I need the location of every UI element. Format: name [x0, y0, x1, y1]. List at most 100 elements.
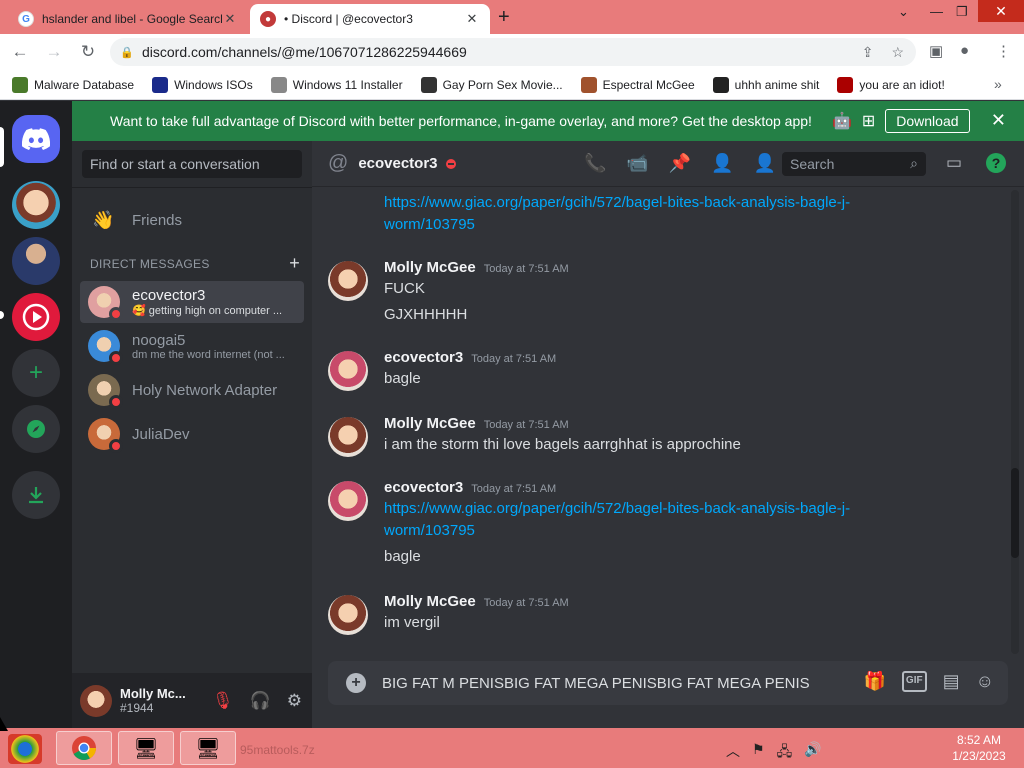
bookmark-item[interactable]: Windows 11 Installer — [270, 76, 403, 93]
taskbar-network-app-2[interactable]: 🖥 — [180, 731, 236, 765]
message-author[interactable]: ecovector3 — [384, 479, 463, 496]
message-avatar[interactable] — [328, 595, 368, 635]
upload-plus-icon[interactable]: + — [346, 673, 366, 693]
dm-sidebar: Find or start a conversation 👋 Friends D… — [72, 141, 312, 728]
server-avatar-molly[interactable] — [12, 181, 60, 229]
bookmarks-overflow-icon[interactable]: » — [994, 76, 1002, 92]
action-center-flag-icon[interactable]: ⚑ — [752, 741, 765, 765]
dnd-status-icon — [109, 307, 123, 321]
bookmark-item[interactable]: Windows ISOs — [152, 76, 253, 93]
help-icon[interactable]: ? — [986, 153, 1006, 173]
message-link[interactable]: worm/103795 — [384, 214, 984, 236]
message-author[interactable]: Molly McGee — [384, 593, 476, 610]
message-avatar[interactable] — [328, 417, 368, 457]
new-tab-button[interactable]: + — [498, 6, 510, 29]
dm-item[interactable]: Holy Network Adapter — [80, 369, 304, 411]
message-link[interactable]: https://www.giac.org/paper/gcih/572/bage… — [384, 192, 984, 214]
add-server-button[interactable]: + — [12, 349, 60, 397]
mute-mic-icon[interactable]: 🎙 — [212, 691, 234, 711]
video-call-icon[interactable]: 📹 — [626, 153, 648, 174]
anime-icon — [712, 76, 729, 93]
mouse-cursor — [0, 717, 8, 731]
message-text: FUCK — [384, 280, 425, 297]
emoji-icon[interactable]: ☺ — [976, 671, 994, 692]
message-body: ecovector3 Today at 7:51 AM https://www.gi… — [384, 479, 984, 568]
tab-discord[interactable]: ● • Discord | @ecovector3 ✕ — [250, 4, 490, 34]
share-icon[interactable]: ⇪ — [862, 44, 874, 61]
dm-item[interactable]: ecovector3 🥰 getting high on computer ... — [80, 281, 304, 323]
sticker-icon[interactable]: ▤ — [943, 671, 960, 692]
add-friends-to-dm-icon[interactable]: 👤 — [711, 153, 733, 174]
server-avatar-suit[interactable] — [12, 237, 60, 285]
taskbar-clock[interactable]: 8:52 AM 1/23/2023 — [944, 732, 1014, 764]
user-profile-icon[interactable]: 👤 — [754, 153, 776, 174]
discord-home-button[interactable] — [12, 115, 60, 163]
system-tray: ︿ ⚑ 🖧 🔊 — [726, 741, 822, 765]
composer-text[interactable]: BIG FAT M PENISBIG FAT MEGA PENISBIG FAT… — [382, 675, 810, 692]
bookmark-item[interactable]: you are an idiot! — [837, 76, 945, 93]
start-button[interactable] — [8, 734, 42, 764]
close-tab-icon[interactable]: ✕ — [464, 11, 480, 27]
tab-search-chevron-icon[interactable]: ⌄ — [898, 4, 909, 20]
bookmark-item[interactable]: Malware Database — [12, 76, 134, 93]
pinned-messages-icon[interactable]: 📌 — [669, 153, 691, 174]
menu-kebab-icon[interactable]: ⋮ — [996, 42, 1011, 60]
friends-nav-item[interactable]: 👋 Friends — [80, 199, 304, 241]
forward-icon[interactable]: → — [40, 42, 68, 62]
download-apps-button[interactable] — [12, 471, 60, 519]
explore-servers-button[interactable] — [12, 405, 60, 453]
gift-icon[interactable]: 🎁 — [864, 671, 886, 692]
message-link[interactable]: worm/103795 — [384, 520, 984, 542]
find-conversation-input[interactable]: Find or start a conversation — [82, 150, 302, 178]
message-author[interactable]: Molly McGee — [384, 259, 476, 276]
gif-icon[interactable]: GIF — [901, 671, 927, 692]
tab-google-search[interactable]: G hslander and libel - Google Search ✕ — [8, 4, 248, 34]
message-header: Molly McGee Today at 7:51 AM — [384, 593, 984, 610]
reload-icon[interactable]: ↻ — [74, 42, 102, 62]
download-button[interactable]: Download — [885, 109, 970, 133]
close-tab-icon[interactable]: ✕ — [222, 11, 238, 27]
minimize-icon[interactable]: — — [930, 4, 943, 19]
chat-search-input[interactable]: Search ⌕ — [782, 152, 926, 176]
voice-call-icon[interactable]: 📞 — [584, 153, 606, 174]
back-icon[interactable]: ← — [6, 42, 34, 62]
message-author[interactable]: Molly McGee — [384, 415, 476, 432]
bookmark-item[interactable]: Espectral McGee — [580, 76, 695, 93]
server-youtube-music[interactable] — [12, 293, 60, 341]
scrollbar-thumb[interactable] — [1011, 468, 1019, 558]
settings-gear-icon[interactable]: ⚙ — [287, 691, 302, 711]
address-bar[interactable]: 🔒 discord.com/channels/@me/1067071286225… — [110, 38, 916, 66]
headphones-icon[interactable]: 🎧 — [250, 691, 271, 711]
bookmark-star-icon[interactable]: ☆ — [891, 44, 904, 61]
restore-icon[interactable]: ❐ — [956, 4, 968, 20]
lock-icon[interactable]: 🔒 — [120, 46, 134, 59]
tab-title: hslander and libel - Google Search — [42, 12, 222, 26]
taskbar-chrome[interactable] — [56, 731, 112, 765]
create-dm-icon[interactable]: + — [289, 254, 300, 272]
recipient-name[interactable]: ecovector3 — [358, 155, 437, 172]
taskbar-network-app[interactable]: 🖥 — [118, 731, 174, 765]
dm-item[interactable]: JuliaDev — [80, 413, 304, 455]
message-link[interactable]: https://www.giac.org/paper/gcih/572/bage… — [384, 498, 984, 520]
desktop-app-banner: Want to take full advantage of Discord w… — [72, 101, 1024, 141]
message-composer[interactable]: + BIG FAT M PENISBIG FAT MEGA PENISBIG F… — [328, 661, 1008, 705]
avatar[interactable] — [80, 684, 112, 717]
message-scrollbar[interactable] — [1011, 190, 1019, 654]
dm-item[interactable]: noogai5 dm me the word internet (not ... — [80, 325, 304, 367]
volume-icon[interactable]: 🔊 — [804, 741, 821, 765]
close-window-icon[interactable]: ✕ — [978, 0, 1024, 22]
inbox-icon[interactable]: ▭ — [946, 153, 962, 173]
close-banner-icon[interactable]: ✕ — [991, 110, 1006, 131]
message-avatar[interactable] — [328, 481, 368, 521]
message-author[interactable]: ecovector3 — [384, 349, 463, 366]
tray-chevron-icon[interactable]: ︿ — [726, 741, 740, 765]
profile-icon[interactable]: ● — [960, 42, 969, 59]
side-panel-icon[interactable]: ▣ — [929, 42, 943, 60]
message-avatar[interactable] — [328, 351, 368, 391]
message-avatar[interactable] — [328, 261, 368, 301]
bookmark-item[interactable]: Gay Porn Sex Movie... — [420, 76, 563, 93]
network-icon[interactable]: 🖧 — [777, 741, 793, 765]
bookmark-item[interactable]: uhhh anime shit — [712, 76, 819, 93]
user-info[interactable]: Molly Mc... #1944 — [120, 686, 186, 715]
idiot-icon — [837, 76, 854, 93]
